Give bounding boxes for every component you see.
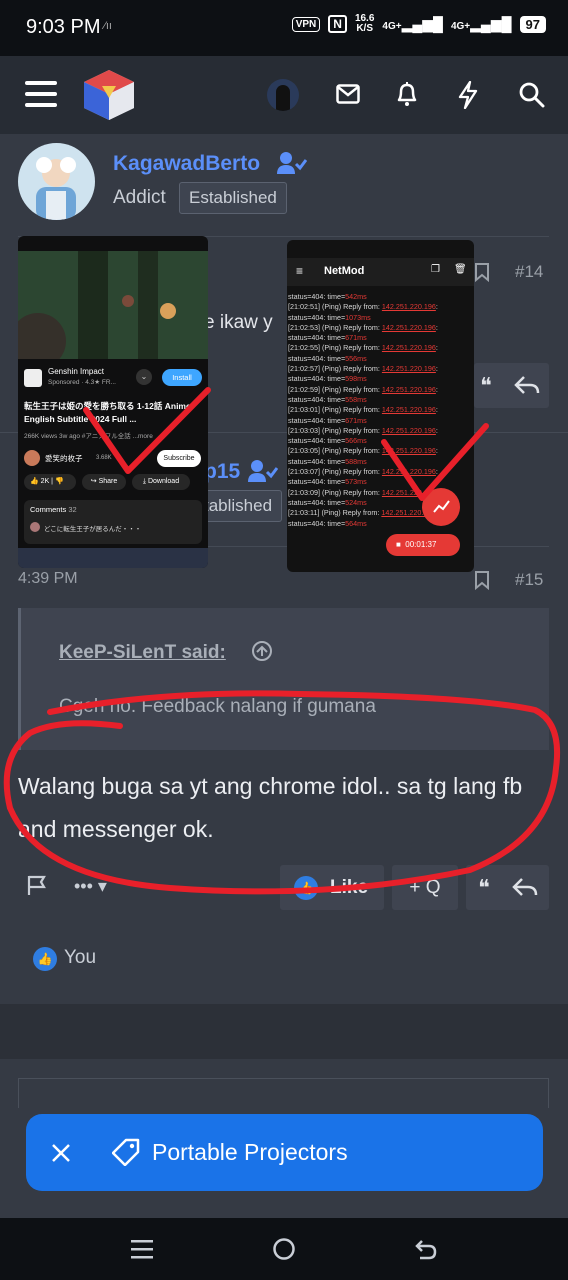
status-time: 9:03 PM (26, 16, 101, 38)
banner-text: Portable Projectors (152, 1139, 348, 1165)
user-check-icon-2 (248, 460, 278, 482)
log-line: [21:02:57] (Ping) Reply from: 142.251.22… (288, 364, 438, 374)
logo-icon[interactable] (82, 68, 136, 122)
comments-panel[interactable]: Comments 32 どこに転生王子が居るんだ・・・ (24, 500, 202, 544)
bookmark-icon-2[interactable] (474, 570, 490, 590)
log-line: [21:03:01] (Ping) Reply from: 142.251.22… (288, 405, 438, 415)
home-icon[interactable] (272, 1237, 296, 1261)
ad-banner[interactable]: Portable Projectors (26, 1114, 543, 1191)
ad-sub: Sponsored · 4.3★ FR... (48, 379, 116, 386)
reaction-user[interactable]: You (64, 947, 96, 969)
post-time[interactable]: 4:39 PM (18, 570, 78, 588)
reaction-like-icon: 👍 (33, 947, 57, 971)
log-line: [21:02:53] (Ping) Reply from: 142.251.22… (288, 322, 438, 332)
netmod-screenshot[interactable]: ≡ NetMod ❐ 🗑 status=404: time=542ms [21:… (287, 240, 474, 572)
author-name[interactable]: KagawadBerto (113, 152, 260, 176)
close-icon[interactable] (51, 1143, 71, 1163)
chevron-down-icon[interactable]: ⌄ (136, 369, 152, 385)
log-line-status: status=404: time=556ms (288, 353, 367, 363)
signal-icon-2: 4G+▂▄▆█ (450, 15, 512, 32)
log-line-status: status=404: time=598ms (288, 374, 367, 384)
channel-avatar[interactable] (24, 450, 40, 466)
stop-timer-button[interactable]: ■ 00:01:37 (386, 534, 460, 556)
ad-title: Genshin Impact (48, 367, 105, 376)
search-icon[interactable] (519, 82, 545, 108)
log-line-status: status=404: time=671ms (288, 333, 367, 343)
tag-icon (112, 1138, 140, 1166)
log-line: [21:02:51] (Ping) Reply from: 142.251.22… (288, 302, 438, 312)
post-number-2[interactable]: #15 (515, 570, 543, 590)
vpn-badge: VPN (291, 16, 321, 32)
like-chip[interactable]: 👍 2K | 👎 (24, 474, 76, 490)
reply-icon[interactable] (514, 375, 540, 395)
user-badge: Established (179, 182, 287, 214)
recent-apps-icon[interactable] (131, 1238, 153, 1260)
netmod-menu-icon[interactable]: ≡ (296, 264, 303, 278)
red-check-mark-2 (381, 423, 489, 501)
user-check-icon (277, 152, 307, 174)
battery-icon: 97 (519, 15, 546, 33)
log-line-status: status=404: time=558ms (288, 394, 367, 404)
author-role: Addict (113, 187, 166, 208)
bolt-icon[interactable] (457, 81, 479, 109)
author-avatar[interactable] (18, 143, 95, 220)
copy-icon[interactable]: ❐ (431, 264, 440, 275)
system-nav-bar (0, 1218, 568, 1280)
clear-icon[interactable]: 🗑 (454, 264, 467, 275)
top-nav (0, 56, 568, 134)
quote-icon[interactable]: ❝ (480, 373, 492, 399)
net-speed: 16.6 K/S (354, 13, 375, 34)
comments-count: 32 (68, 505, 77, 514)
signal-icon-1: 4G+▂▄▆█ (382, 15, 443, 32)
post-number[interactable]: #14 (515, 262, 543, 282)
mail-icon[interactable] (336, 84, 360, 104)
avatar[interactable] (267, 79, 299, 111)
red-check-mark (83, 387, 211, 474)
comment-text: どこに転生王子が居るんだ・・・ (44, 526, 142, 533)
bookmark-icon[interactable] (474, 262, 490, 282)
arrow-up-circle-icon[interactable] (251, 640, 273, 662)
nfc-icon: N (328, 15, 347, 33)
netmod-header: ≡ NetMod ❐ 🗑 (287, 258, 474, 286)
log-line: [21:02:55] (Ping) Reply from: 142.251.22… (288, 343, 438, 353)
user-badge-2: tablished (195, 490, 283, 522)
log-line: [21:02:59] (Ping) Reply from: 142.251.22… (288, 384, 438, 394)
install-button[interactable]: Install (162, 369, 202, 386)
channel-name[interactable]: 愛笑的枚子 (45, 453, 83, 464)
post-actions: ❝ (474, 363, 549, 408)
post-text-fragment: e ikaw y (204, 312, 273, 333)
signal-off-icon: ⁄ıı (104, 20, 112, 32)
quote-author[interactable]: KeeP-SiLenT said: (59, 642, 226, 664)
log-line-status: status=404: time=1073ms (288, 312, 371, 322)
video-thumbnail (18, 251, 208, 359)
menu-icon[interactable] (25, 79, 57, 109)
netmod-title: NetMod (324, 265, 365, 277)
status-bar: 9:03 PM ⁄ıı VPN N 16.6 K/S 4G+▂▄▆█ 4G+▂▄▆… (0, 0, 568, 56)
next-block (18, 1078, 549, 1108)
back-icon[interactable] (414, 1237, 438, 1261)
ad-icon (24, 369, 42, 387)
bell-icon[interactable] (395, 81, 419, 107)
red-circle-annotation (3, 690, 561, 895)
comments-label: Comments (30, 505, 67, 514)
